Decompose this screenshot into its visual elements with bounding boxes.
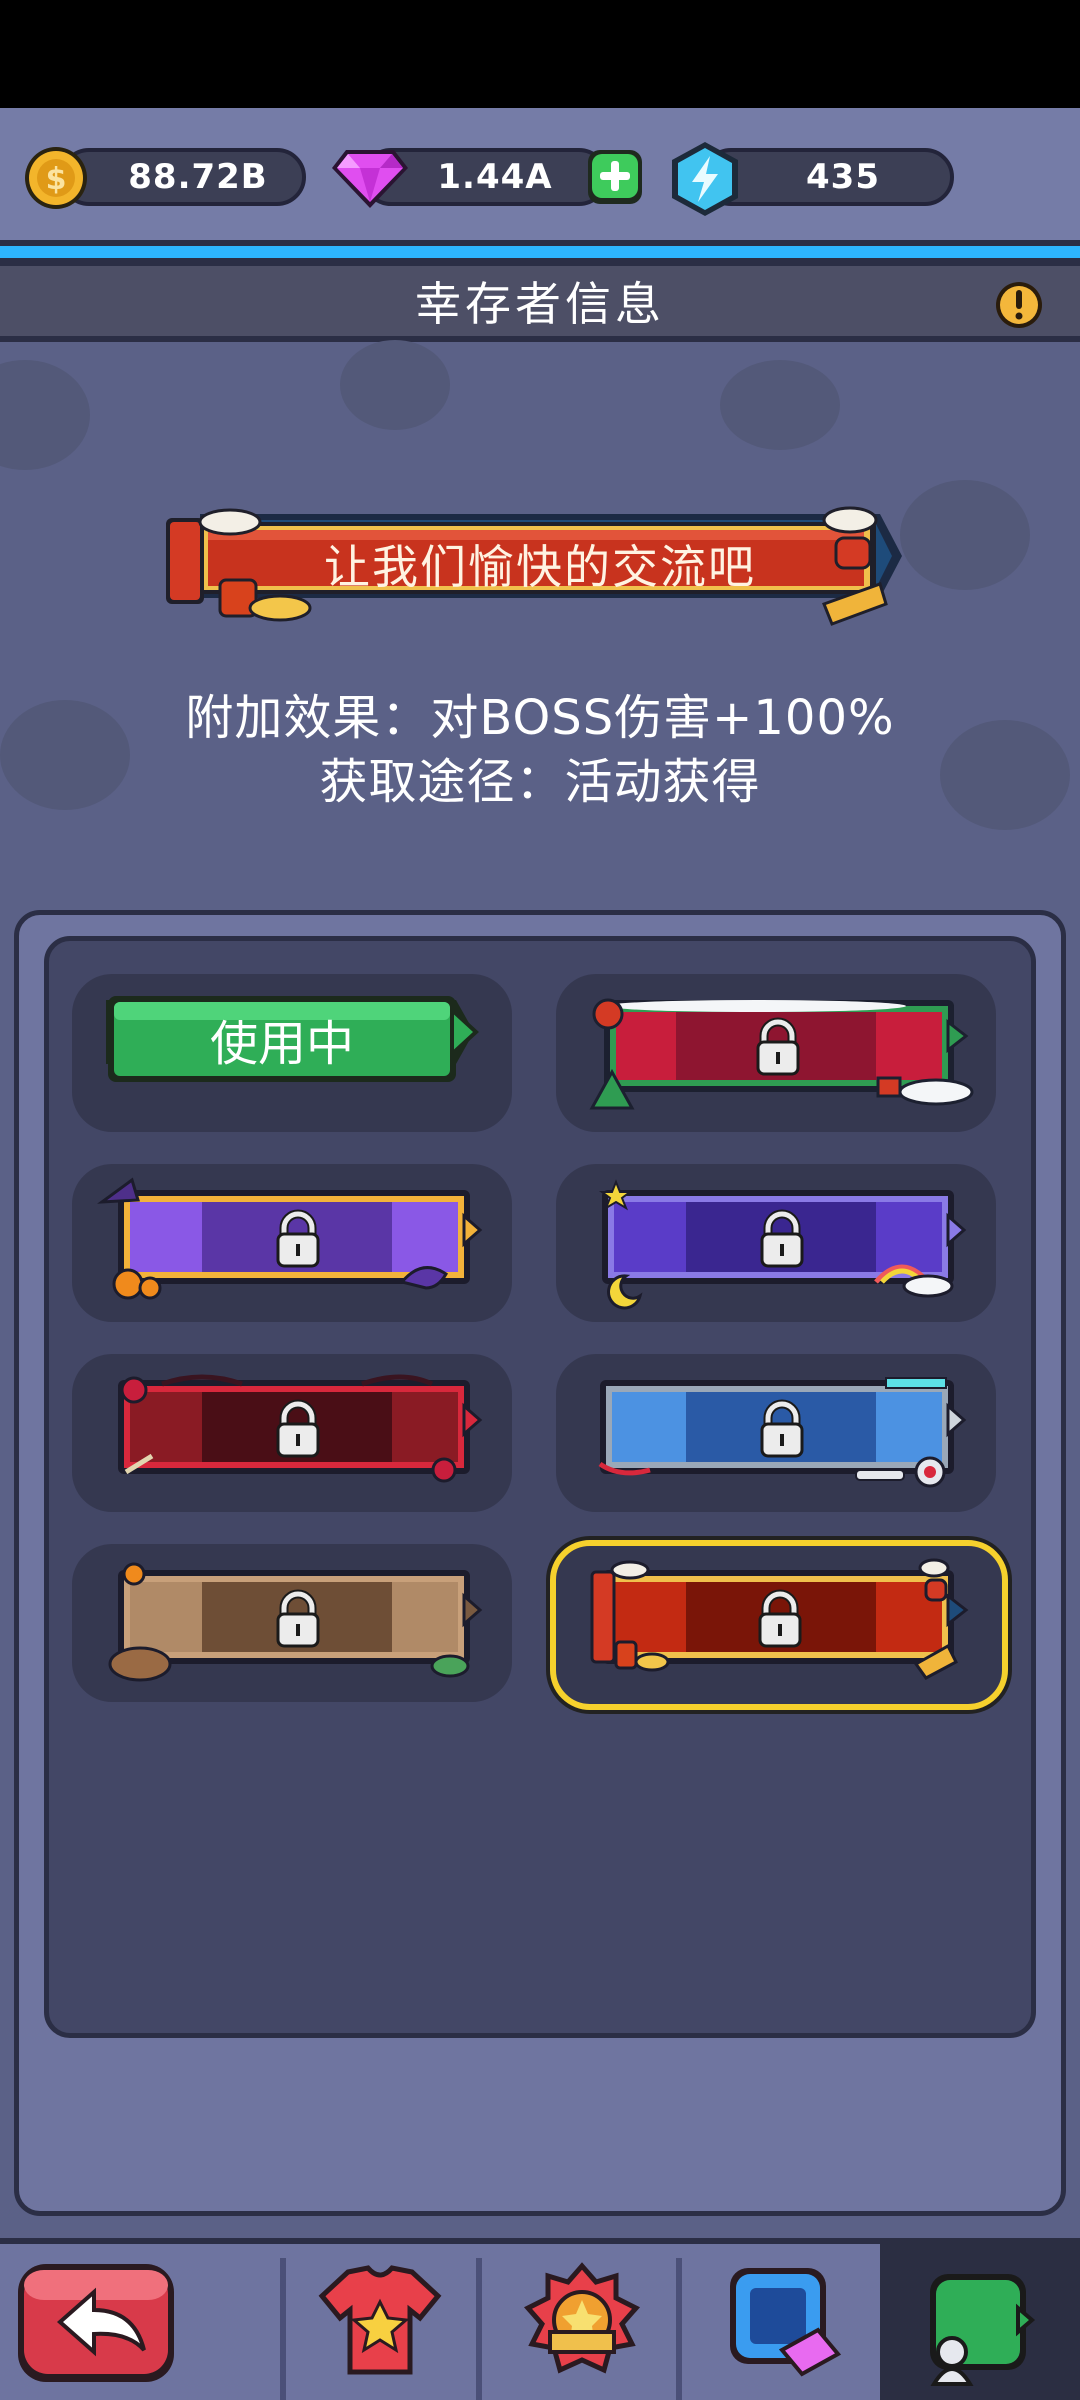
frame-slot-capybara[interactable] <box>72 1544 512 1702</box>
frame-christmas <box>589 998 974 1110</box>
status-bar <box>0 0 1080 108</box>
frame-capybara <box>108 1562 483 1682</box>
in-use-label: 使用中 <box>209 1016 354 1072</box>
gem-amount: 1.44A <box>437 157 553 197</box>
nav-badge-tab[interactable] <box>520 2260 644 2384</box>
gem-icon <box>332 150 408 208</box>
avatar-frame-icon <box>750 2288 806 2344</box>
nav-divider <box>676 2258 682 2400</box>
energy-amount: 435 <box>806 157 880 197</box>
paw-pattern-icon <box>720 360 840 450</box>
nav-divider <box>476 2258 482 2400</box>
coin-counter: 88.72B <box>60 148 306 206</box>
page-title: 幸存者信息 <box>415 277 665 331</box>
frame-slot-halloween[interactable] <box>72 1164 512 1322</box>
svg-text:$: $ <box>46 162 67 197</box>
nav-avatar-tab[interactable] <box>722 2262 846 2386</box>
frame-slot-rose[interactable] <box>72 1354 512 1512</box>
frame-rose <box>118 1374 483 1483</box>
coin-icon: $ <box>25 147 87 209</box>
divider <box>0 258 1080 266</box>
nav-outfit-tab[interactable] <box>318 2262 442 2382</box>
frame-newyear <box>590 1558 969 1680</box>
nav-divider <box>280 2258 286 2400</box>
back-button[interactable] <box>16 2262 176 2386</box>
coin-amount: 88.72B <box>128 157 268 197</box>
divider-accent <box>0 246 1080 258</box>
banner-text: 让我们愉快的交流吧 <box>324 540 756 594</box>
frame-slot-default[interactable]: 使用中 <box>72 974 512 1132</box>
frame-halloween <box>97 1177 483 1300</box>
frame-slot-tech[interactable] <box>556 1354 996 1512</box>
user-icon <box>936 2336 968 2368</box>
energy-icon <box>672 142 738 216</box>
frame-slot-newyear[interactable] <box>550 1540 1008 1710</box>
nav-frame-tab[interactable] <box>920 2268 1044 2392</box>
frame-slot-night-sky[interactable] <box>556 1164 996 1322</box>
paw-pattern-icon <box>340 340 450 430</box>
add-gems-button[interactable] <box>586 148 644 206</box>
frame-slot-christmas[interactable] <box>556 974 996 1132</box>
info-button[interactable] <box>994 280 1044 330</box>
effect-source-text: 获取途径：活动获得 <box>319 754 761 810</box>
page-header: 幸存者信息 <box>0 266 1080 342</box>
effect-bonus-text: 附加效果：对BOSS伤害+100% <box>185 690 895 746</box>
frame-night-sky <box>599 1179 967 1310</box>
frame-tech <box>598 1377 967 1488</box>
